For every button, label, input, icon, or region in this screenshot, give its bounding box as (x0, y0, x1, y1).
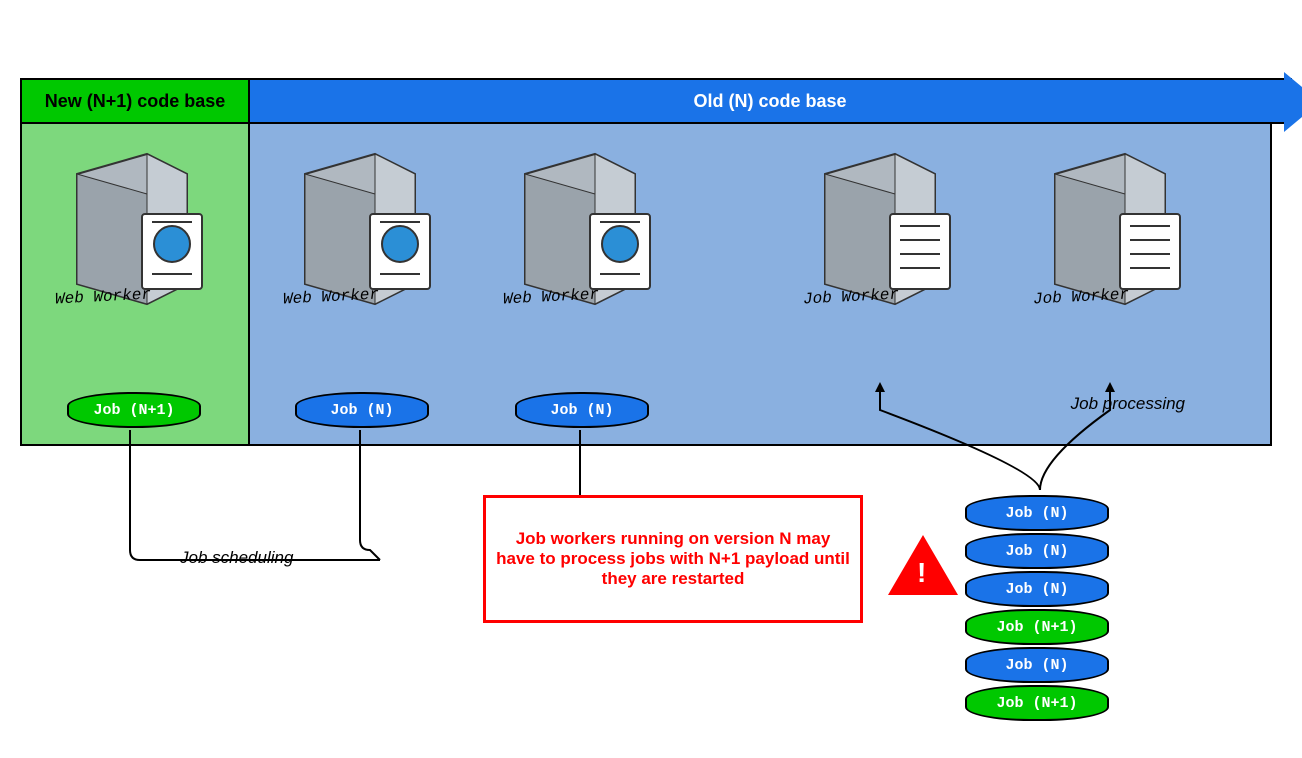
header-old-codebase: Old (N) code base (250, 78, 1292, 124)
queue-job-label: Job (N+1) (996, 619, 1077, 636)
web-worker-server-old-2: Web Worker (495, 144, 675, 344)
web-worker-server-old-1: Web Worker (275, 144, 455, 344)
queue-job-label: Job (N) (1005, 543, 1068, 560)
scheduling-label: Job scheduling (180, 548, 293, 568)
processing-label: Job processing (1071, 394, 1185, 414)
queue-job-cyl: Job (N) (965, 571, 1109, 607)
job-label: Job (N) (550, 402, 613, 419)
body-row: Web Worker Job (N+1) Web Worker Job (N) (20, 124, 1272, 446)
queue-job-cyl: Job (N) (965, 533, 1109, 569)
job-worker-server-2: Job Worker (1025, 144, 1205, 344)
zone-new: Web Worker Job (N+1) (20, 124, 250, 446)
header-new-codebase: New (N+1) code base (20, 78, 250, 124)
header-new-label: New (N+1) code base (45, 91, 226, 112)
queue-job-label: Job (N) (1005, 657, 1068, 674)
job-worker-server-1: Job Worker (795, 144, 975, 344)
queue-job-label: Job (N) (1005, 581, 1068, 598)
queue-job-cyl: Job (N) (965, 647, 1109, 683)
warning-box: Job workers running on version N may hav… (483, 495, 863, 623)
queue-job-cyl: Job (N) (965, 495, 1109, 531)
queue-stack: Job (N) Job (N) Job (N) Job (N+1) Job (N) Job… (965, 495, 1109, 723)
arrow-tip-icon (1284, 72, 1302, 132)
job-label: Job (N+1) (93, 402, 174, 419)
queue-job-cyl: Job (N+1) (965, 685, 1109, 721)
warning-icon (888, 535, 958, 595)
warning-text: Job workers running on version N may hav… (494, 529, 852, 589)
job-cyl-old-1: Job (N) (295, 392, 429, 428)
zone-old: Web Worker Job (N) Web Worker Job (N) (250, 124, 1272, 446)
header-old-label: Old (N) code base (693, 91, 846, 112)
queue-job-label: Job (N+1) (996, 695, 1077, 712)
job-label: Job (N) (330, 402, 393, 419)
header-row: New (N+1) code base Old (N) code base (20, 78, 1292, 124)
job-cyl-new: Job (N+1) (67, 392, 201, 428)
web-worker-server-new: Web Worker (47, 144, 227, 344)
queue-job-label: Job (N) (1005, 505, 1068, 522)
job-cyl-old-2: Job (N) (515, 392, 649, 428)
queue-job-cyl: Job (N+1) (965, 609, 1109, 645)
